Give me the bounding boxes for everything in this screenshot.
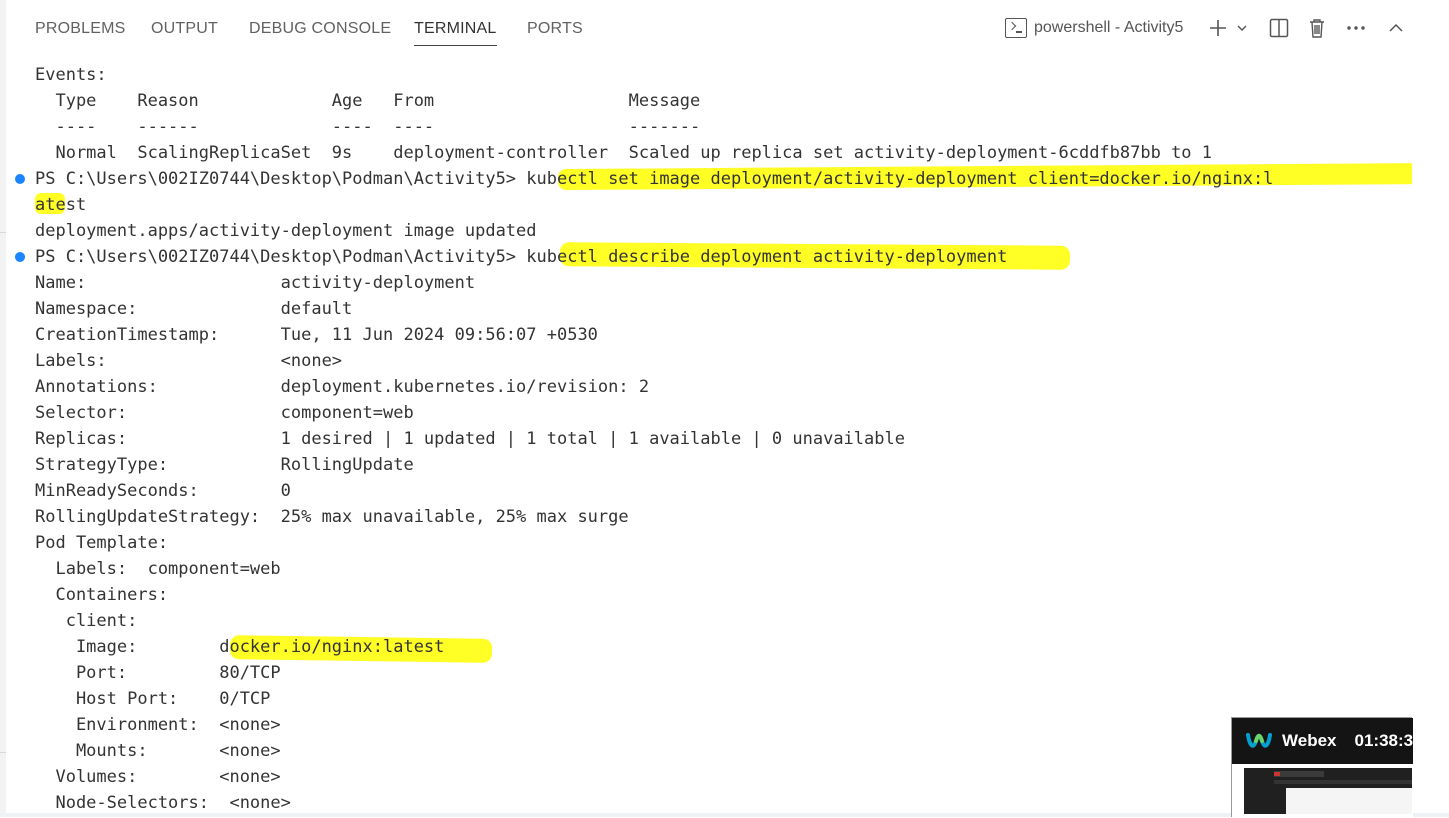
more-icon xyxy=(1347,26,1365,30)
prompt-line: PS C:\Users\002IZ0744\Desktop\Podman\Act… xyxy=(15,166,1410,192)
terminal-line: Containers: xyxy=(35,585,169,605)
terminal-line: Pod Template: xyxy=(35,533,169,553)
terminal-line: Environment: <none> xyxy=(35,715,281,735)
terminal-icon xyxy=(1005,18,1027,38)
terminal-line: StrategyType: RollingUpdate xyxy=(35,455,414,475)
maximize-panel-button[interactable] xyxy=(1385,14,1407,42)
chevron-up-icon xyxy=(1389,23,1403,32)
tab-ports[interactable]: PORTS xyxy=(527,18,583,40)
terminal-line: Mounts: <none> xyxy=(35,741,281,761)
shared-screen-thumbnail xyxy=(1244,768,1412,814)
right-margin xyxy=(1412,0,1449,817)
split-icon xyxy=(1269,18,1289,38)
terminal-panel: PROBLEMS OUTPUT DEBUG CONSOLE TERMINAL P… xyxy=(0,0,1449,817)
terminal-line: atest xyxy=(35,195,87,215)
terminal-line: MinReadySeconds: 0 xyxy=(35,481,291,501)
terminal-output[interactable]: Events: Type Reason Age From Message ---… xyxy=(15,62,1410,816)
tab-output[interactable]: OUTPUT xyxy=(151,18,218,40)
terminal-line: Namespace: default xyxy=(35,299,353,319)
terminal-line: Replicas: 1 desired | 1 updated | 1 tota… xyxy=(35,429,905,449)
webex-preview[interactable] xyxy=(1232,764,1413,818)
terminal-line: Selector: component=web xyxy=(35,403,414,423)
terminal-line: Name: activity-deployment xyxy=(35,273,476,293)
webex-logo-icon xyxy=(1246,732,1272,750)
terminal-line: RollingUpdateStrategy: 25% max unavailab… xyxy=(35,507,629,527)
tab-debug-console[interactable]: DEBUG CONSOLE xyxy=(249,18,391,40)
tab-problems[interactable]: PROBLEMS xyxy=(35,18,126,40)
chevron-down-icon xyxy=(1237,25,1247,31)
panel-tab-bar: PROBLEMS OUTPUT DEBUG CONSOLE TERMINAL P… xyxy=(0,0,1412,56)
terminal-line: Type Reason Age From Message xyxy=(35,91,701,111)
new-terminal-button[interactable] xyxy=(1207,14,1229,42)
terminal-line: Host Port: 0/TCP xyxy=(35,689,271,709)
terminal-line: Normal ScalingReplicaSet 9s deployment-c… xyxy=(35,143,1213,163)
split-terminal-button[interactable] xyxy=(1267,14,1291,42)
terminal-line: Image: docker.io/nginx:latest xyxy=(35,637,445,657)
terminal-line: Volumes: <none> xyxy=(35,767,281,787)
plus-icon xyxy=(1210,20,1226,36)
prompt-line: PS C:\Users\002IZ0744\Desktop\Podman\Act… xyxy=(15,244,1410,270)
tab-terminal[interactable]: TERMINAL xyxy=(414,18,497,46)
terminal-line: deployment.apps/activity-deployment imag… xyxy=(35,221,537,241)
prompt-status-dot-icon[interactable] xyxy=(15,252,25,262)
more-actions-button[interactable] xyxy=(1344,14,1368,42)
divider xyxy=(0,752,6,753)
terminal-selector[interactable]: powershell - Activity5 xyxy=(1005,15,1183,41)
webex-name: Webex xyxy=(1282,731,1337,750)
trash-icon xyxy=(1310,19,1324,38)
terminal-line: Port: 80/TCP xyxy=(35,663,281,683)
webex-mini-window[interactable]: Webex 01:38:3 xyxy=(1231,717,1413,818)
terminal-line: CreationTimestamp: Tue, 11 Jun 2024 09:5… xyxy=(35,325,598,345)
terminal-line: Labels: <none> xyxy=(35,351,343,371)
terminal-dropdown-button[interactable] xyxy=(1234,14,1250,42)
meeting-timer: 01:38:3 xyxy=(1354,731,1414,750)
terminal-line: Labels: component=web xyxy=(35,559,281,579)
prompt-status-dot-icon[interactable] xyxy=(15,174,25,184)
prompt-line-text: PS C:\Users\002IZ0744\Desktop\Podman\Act… xyxy=(35,169,1274,189)
terminal-line: Annotations: deployment.kubernetes.io/re… xyxy=(35,377,650,397)
prompt-line-text: PS C:\Users\002IZ0744\Desktop\Podman\Act… xyxy=(35,247,1008,267)
terminal-selector-label: powershell - Activity5 xyxy=(1034,19,1184,36)
kill-terminal-button[interactable] xyxy=(1305,14,1329,42)
left-gutter xyxy=(0,0,6,817)
terminal-line: Events: xyxy=(35,65,107,85)
webex-header[interactable]: Webex 01:38:3 xyxy=(1232,718,1413,764)
divider xyxy=(0,232,6,233)
terminal-line: client: xyxy=(35,611,138,631)
terminal-line: ---- ------ ---- ---- ------- xyxy=(35,117,701,137)
